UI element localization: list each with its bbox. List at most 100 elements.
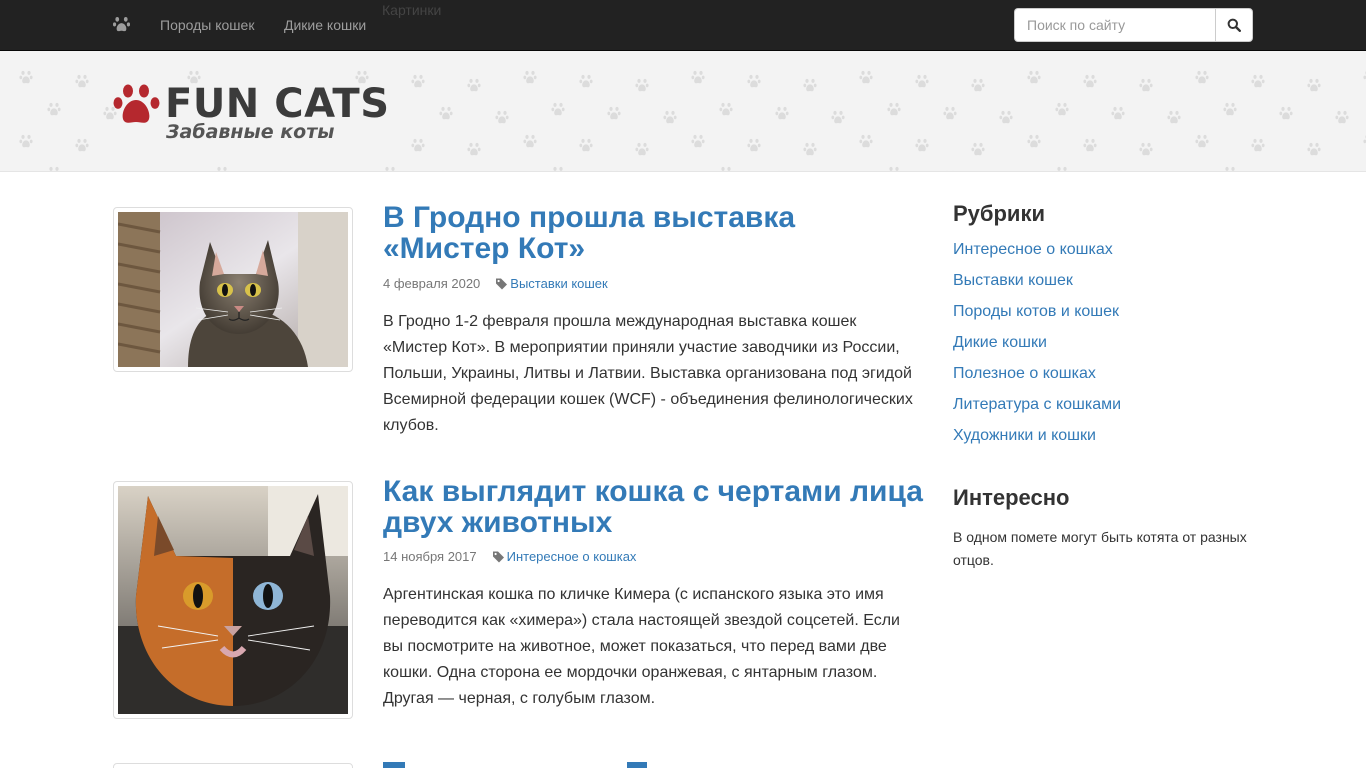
paw-pattern-mark [747,138,761,152]
nav-link-pictures[interactable]: Картинки [382,2,441,18]
paw-pattern-mark [1225,166,1235,171]
paw-pattern-mark [553,166,563,171]
post-meta: 14 ноября 2017 Интересное о кошках [383,549,636,565]
paw-pattern-mark [635,78,649,92]
category-link[interactable]: Выставки кошек [953,271,1121,302]
paw-pattern-mark [747,74,761,88]
post-title-partial[interactable] [383,760,683,768]
logo-title: FUN CATS [165,81,390,127]
paw-pattern-mark [1195,134,1209,148]
paw-pattern-mark [887,102,901,116]
paw-pattern-mark [75,138,89,152]
paw-pattern-mark [889,166,899,171]
post-category-link[interactable]: Интересное о кошках [507,549,637,564]
category-link[interactable]: Художники и кошки [953,426,1121,457]
paw-pattern-mark [663,110,677,124]
paw-pattern-mark [579,74,593,88]
post-excerpt: Аргентинская кошка по кличке Кимера (с и… [383,586,900,707]
paw-pattern-mark [19,70,33,84]
paw-pattern-mark [75,74,89,88]
post-date: 14 ноября 2017 [383,549,477,564]
paw-pattern-mark [1114,170,1122,171]
paw-pattern-mark [1195,70,1209,84]
paw-pattern-mark [1083,74,1097,88]
paw-pattern-mark [607,106,621,120]
paw-pattern-mark [635,142,649,156]
chimera-cat-photo [118,486,348,714]
search-icon [1227,18,1241,32]
post-category-link[interactable]: Выставки кошек [510,276,607,291]
category-link[interactable]: Породы котов и кошек [953,302,1121,333]
top-navbar: Породы кошек Дикие кошки Картинки [0,0,1366,51]
paw-pattern-mark [1027,134,1041,148]
nav-link-wild-cats[interactable]: Дикие кошки [284,17,366,33]
paw-pattern-mark [691,134,705,148]
paw-pattern-mark [385,166,395,171]
paw-pattern-mark [1111,106,1125,120]
sidebar-interesting-text: В одном помете могут быть котята от разн… [953,529,1247,568]
paw-pattern-mark [439,106,453,120]
post-title[interactable]: В Гродно прошла выставка «Мистер Кот» [383,202,923,264]
paw-pattern-mark [971,78,985,92]
paw-pattern-mark [1055,102,1069,116]
post-thumbnail[interactable] [113,207,353,372]
paw-pattern-mark [1282,170,1290,171]
paw-pattern-mark [1251,138,1265,152]
post-thumbnail[interactable] [113,763,353,768]
paw-pattern-mark [831,110,845,124]
paw-pattern-mark [47,102,61,116]
paw-icon[interactable] [113,15,130,33]
paw-pattern-mark [1307,78,1321,92]
paw-pattern-mark [915,138,929,152]
paw-pattern-mark [803,78,817,92]
logo-subtitle: Забавные коты [166,121,335,143]
post-date: 4 февраля 2020 [383,276,481,291]
paw-pattern-mark [946,170,954,171]
paw-pattern-mark [915,74,929,88]
tag-icon [496,278,508,290]
paw-pattern-mark [999,110,1013,124]
paw-pattern-mark [1027,70,1041,84]
paw-pattern-mark [691,70,705,84]
paw-pattern-mark [1139,142,1153,156]
post-excerpt: В Гродно 1-2 февраля прошла международна… [383,313,913,434]
paw-pattern-mark [943,106,957,120]
paw-pattern-mark [579,138,593,152]
paw-pattern-mark [467,78,481,92]
sidebar-categories-title: Рубрики [953,201,1045,226]
category-link[interactable]: Интересное о кошках [953,240,1121,271]
kitten-photo [118,212,348,367]
paw-pattern-mark [719,102,733,116]
paw-pattern-mark [1223,102,1237,116]
paw-pattern-mark [495,110,509,124]
post-thumbnail[interactable] [113,481,353,719]
paw-pattern-mark [778,170,786,171]
site-header: FUN CATS Забавные коты [0,51,1366,172]
search-form [1014,8,1253,42]
paw-pattern-mark [106,170,114,171]
paw-pattern-mark [1279,106,1293,120]
search-button[interactable] [1215,8,1253,42]
paw-pattern-mark [1083,138,1097,152]
paw-pattern-mark [523,70,537,84]
site-logo[interactable]: FUN CATS Забавные коты [113,81,389,143]
nav-link-breeds[interactable]: Породы кошек [160,17,254,33]
paw-pattern-mark [1167,110,1181,124]
search-input[interactable] [1014,8,1215,42]
paw-pattern-mark [775,106,789,120]
paw-pattern-mark [610,170,618,171]
post-meta: 4 февраля 2020 Выставки кошек [383,276,608,292]
paw-pattern-mark [49,166,59,171]
paw-pattern-mark [217,166,227,171]
sidebar-interesting-title: Интересно [953,485,1070,510]
paw-pattern-mark [1139,78,1153,92]
category-link[interactable]: Литература с кошками [953,395,1121,426]
paw-pattern-mark [1335,110,1349,124]
category-link[interactable]: Полезное о кошках [953,364,1121,395]
post-title[interactable]: Как выглядит кошка с чертами лица двух ж… [383,476,923,538]
paw-pattern-mark [411,74,425,88]
paw-pattern-mark [803,142,817,156]
category-link[interactable]: Дикие кошки [953,333,1121,364]
paw-pattern-mark [523,134,537,148]
paw-pattern-mark [467,142,481,156]
